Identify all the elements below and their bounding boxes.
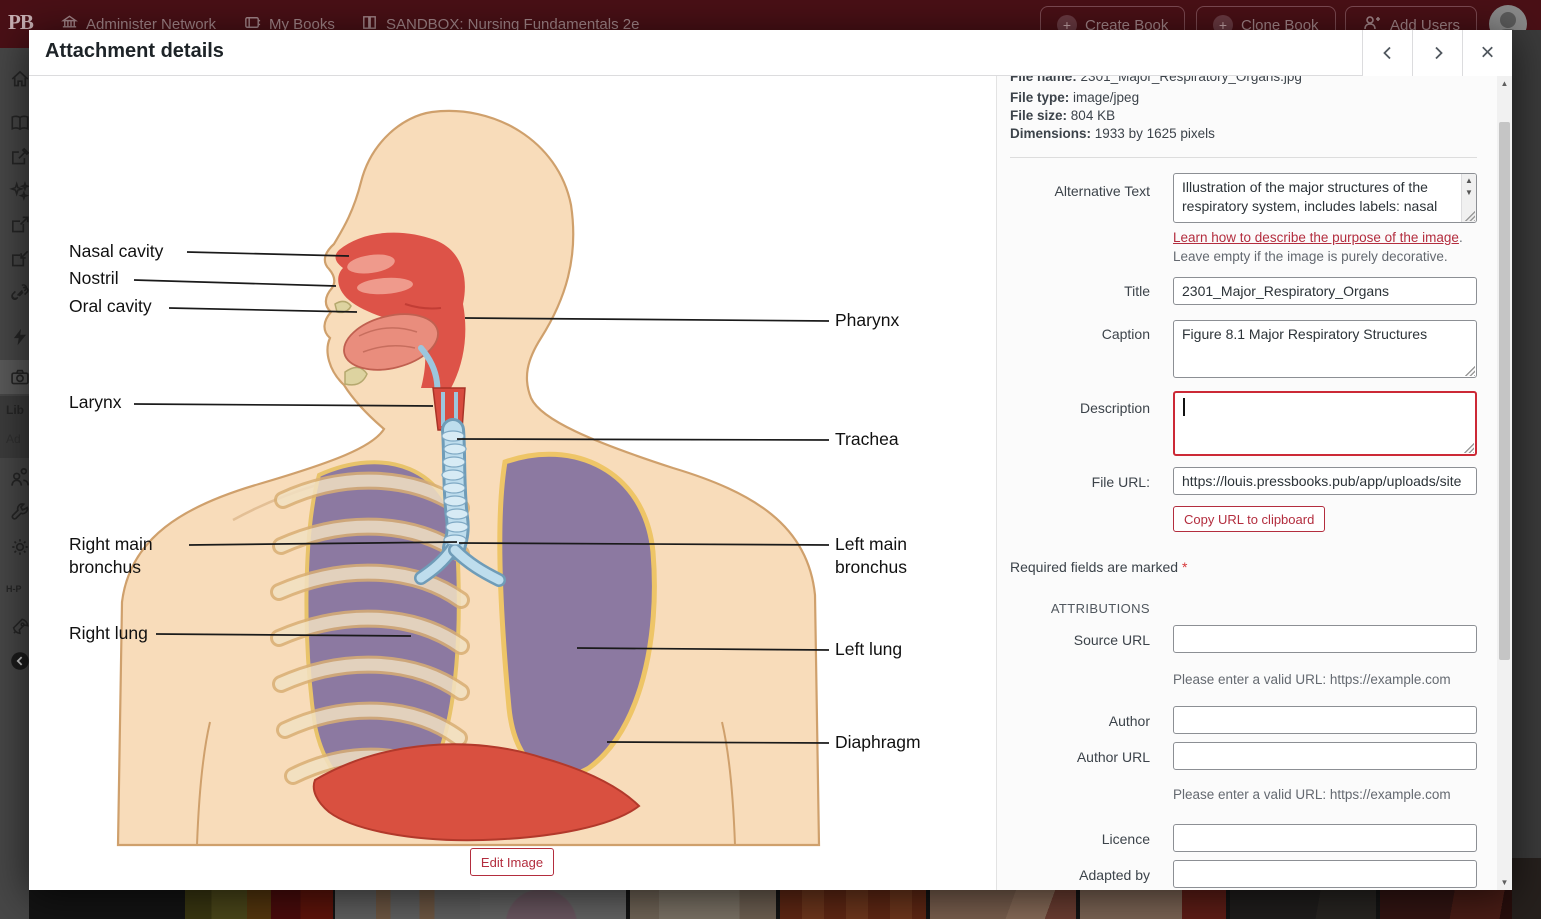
respiratory-illustration: Nasal cavity Nostril Oral cavity Larynx … xyxy=(69,109,921,847)
label-nasal-cavity: Nasal cavity xyxy=(69,241,164,261)
close-icon[interactable]: × xyxy=(1462,30,1512,76)
media-thumbnail[interactable] xyxy=(630,890,776,919)
attachment-details-modal: Nasal cavity Nostril Oral cavity Larynx … xyxy=(29,30,1512,890)
alt-text-input[interactable]: Illustration of the major structures of … xyxy=(1174,174,1476,222)
label-right-main: Right main xyxy=(69,534,153,554)
source-url-helper: Please enter a valid URL: https://exampl… xyxy=(1173,672,1451,687)
label-diaphragm: Diaphragm xyxy=(835,732,921,752)
author-input[interactable] xyxy=(1173,706,1477,734)
alt-text-label: Alternative Text xyxy=(1054,183,1150,199)
label-left-lung: Left lung xyxy=(835,639,902,659)
next-attachment-button[interactable] xyxy=(1412,30,1462,76)
meta-divider xyxy=(1010,157,1477,158)
media-thumbnail[interactable] xyxy=(1230,890,1376,919)
adapted-by-label: Adapted by xyxy=(1079,867,1150,883)
edit-image-button[interactable]: Edit Image xyxy=(470,848,554,876)
alt-text-wrap: Illustration of the major structures of … xyxy=(1173,173,1477,223)
copy-url-button[interactable]: Copy URL to clipboard xyxy=(1173,506,1326,532)
title-label: Title xyxy=(1124,283,1150,299)
attributions-heading: ATTRIBUTIONS xyxy=(1050,601,1150,616)
label-right-main-2: bronchus xyxy=(69,557,141,577)
description-input[interactable] xyxy=(1175,393,1475,454)
label-nostril: Nostril xyxy=(69,268,119,288)
media-thumbnail[interactable] xyxy=(185,890,333,919)
panel-scrollbar[interactable]: ▲ ▼ xyxy=(1497,76,1512,890)
label-left-main: Left main xyxy=(835,534,907,554)
source-url-label: Source URL xyxy=(1073,632,1150,648)
media-thumbnail[interactable] xyxy=(930,890,1076,919)
sidebar-hp-label[interactable]: H-P xyxy=(6,584,22,594)
author-url-helper: Please enter a valid URL: https://exampl… xyxy=(1173,787,1451,802)
label-larynx: Larynx xyxy=(69,392,122,412)
file-url-label: File URL: xyxy=(1091,474,1150,490)
media-thumbnail[interactable] xyxy=(335,890,481,919)
describe-purpose-link[interactable]: Learn how to describe the purpose of the… xyxy=(1173,230,1459,245)
caption-input[interactable]: Figure 8.1 Major Respiratory Structures xyxy=(1174,321,1476,377)
attachment-preview-pane: Nasal cavity Nostril Oral cavity Larynx … xyxy=(29,76,997,890)
previous-attachment-button[interactable] xyxy=(1362,30,1412,76)
caption-wrap: Figure 8.1 Major Respiratory Structures xyxy=(1173,320,1477,378)
label-left-main-2: bronchus xyxy=(835,557,907,577)
modal-header: Attachment details × xyxy=(29,30,1512,76)
licence-label: Licence xyxy=(1101,831,1150,847)
text-caret xyxy=(1183,398,1185,416)
scroll-up-arrow[interactable]: ▲ xyxy=(1497,76,1512,91)
media-thumbnail[interactable] xyxy=(1080,890,1226,919)
attachment-details-panel: File name: 2301_Major_Respiratory_Organs… xyxy=(997,69,1497,890)
file-type-meta: File type: image/jpeg xyxy=(1010,90,1140,105)
caption-label: Caption xyxy=(1101,326,1150,342)
label-right-lung: Right lung xyxy=(69,623,148,643)
alt-help-text: Learn how to describe the purpose of the… xyxy=(1173,230,1463,264)
sidebar-admin-label[interactable]: Ad xyxy=(6,432,21,446)
adapted-by-input[interactable] xyxy=(1173,860,1477,888)
body-outline xyxy=(116,109,821,847)
dimensions-meta: Dimensions: 1933 by 1625 pixels xyxy=(1010,126,1215,141)
required-note: Required fields are marked * xyxy=(1010,559,1188,575)
author-url-input[interactable] xyxy=(1173,742,1477,770)
modal-title: Attachment details xyxy=(45,40,224,62)
title-input[interactable] xyxy=(1173,277,1477,305)
label-oral-cavity: Oral cavity xyxy=(69,296,152,316)
scrollbar-thumb[interactable] xyxy=(1499,122,1510,660)
scroll-down-arrow[interactable]: ▼ xyxy=(1497,875,1512,890)
trachea-rings xyxy=(441,430,469,546)
avatar-head xyxy=(1500,12,1516,28)
media-grid-strip xyxy=(29,890,1541,919)
source-url-input[interactable] xyxy=(1173,625,1477,653)
author-label: Author xyxy=(1108,713,1150,729)
backdrop-right-gap xyxy=(1512,30,1541,919)
label-pharynx: Pharynx xyxy=(835,310,899,330)
description-wrap xyxy=(1173,391,1477,456)
required-asterisk: * xyxy=(1181,559,1188,575)
media-thumbnail[interactable] xyxy=(480,890,626,919)
file-url-input[interactable] xyxy=(1173,467,1477,495)
description-label: Description xyxy=(1079,400,1150,416)
licence-input[interactable] xyxy=(1173,824,1477,852)
media-thumbnail[interactable] xyxy=(780,890,926,919)
label-trachea: Trachea xyxy=(835,429,899,449)
sidebar-library-label[interactable]: Lib xyxy=(6,403,24,417)
file-size-meta: File size: 804 KB xyxy=(1010,108,1116,123)
screen: PB Administer Network My Books SANDBOX: … xyxy=(0,0,1541,919)
author-url-label: Author URL xyxy=(1076,749,1150,765)
